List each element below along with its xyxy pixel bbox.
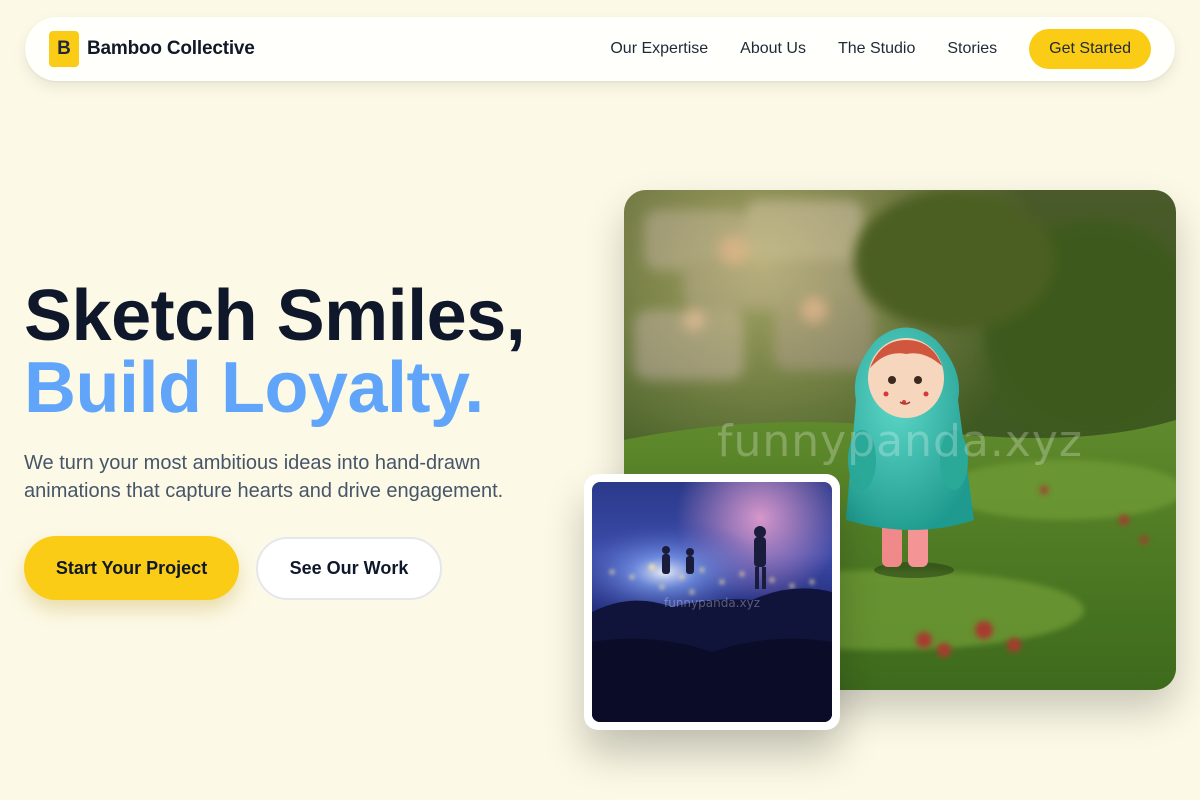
get-started-button[interactable]: Get Started <box>1029 29 1151 69</box>
brand[interactable]: B Bamboo Collective <box>49 31 255 67</box>
nav-link-our-expertise[interactable]: Our Expertise <box>610 40 708 58</box>
thumbnail-image: funnypanda.xyz <box>592 482 832 722</box>
brand-logo: B <box>49 31 79 67</box>
nav-links: Our Expertise About Us The Studio Storie… <box>610 40 997 58</box>
main-image-watermark: funnypanda.xyz <box>716 416 1084 467</box>
nav-link-about-us[interactable]: About Us <box>740 40 806 58</box>
nav-link-the-studio[interactable]: The Studio <box>838 40 915 58</box>
top-navbar: B Bamboo Collective Our Expertise About … <box>25 17 1175 81</box>
hero-headline: Sketch Smiles, Build Loyalty. <box>24 276 526 428</box>
headline-line-2: Build Loyalty. <box>24 348 484 428</box>
start-project-button[interactable]: Start Your Project <box>24 536 239 600</box>
nav-link-stories[interactable]: Stories <box>947 40 997 58</box>
thumbnail-watermark: funnypanda.xyz <box>663 596 760 610</box>
headline-line-1: Sketch Smiles, <box>24 276 526 356</box>
see-our-work-button[interactable]: See Our Work <box>256 537 442 600</box>
hero-subtext: We turn your most ambitious ideas into h… <box>24 452 504 502</box>
brand-name: Bamboo Collective <box>87 38 255 59</box>
hero-thumbnail-card: funnypanda.xyz <box>584 474 840 730</box>
